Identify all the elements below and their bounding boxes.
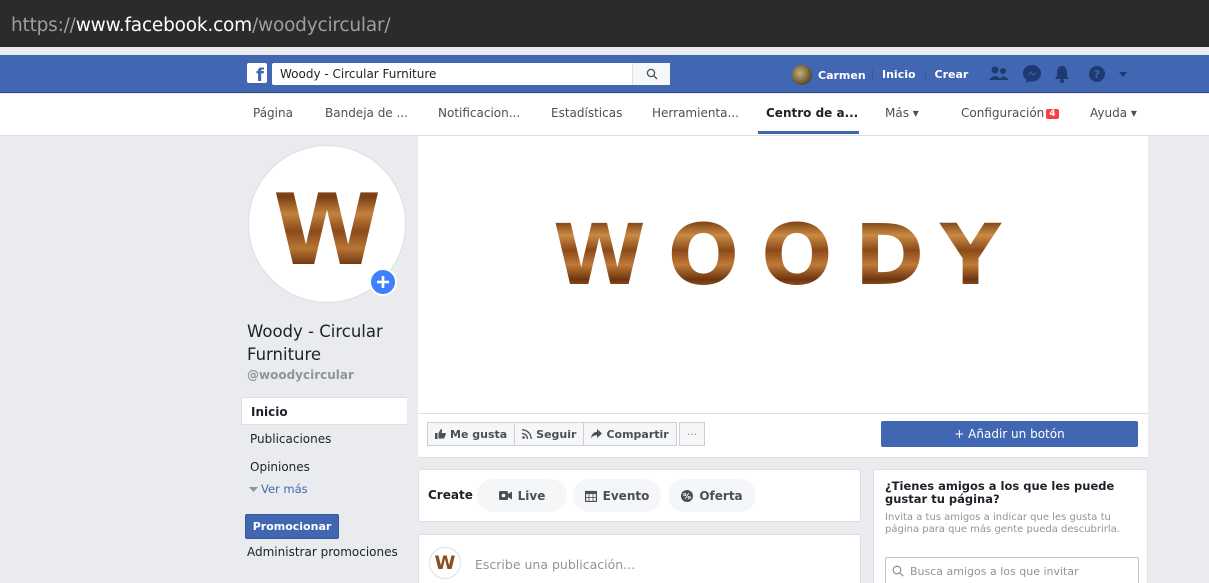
live-label: Live [517, 488, 546, 503]
sidebar-item-posts[interactable]: Publicaciones [241, 425, 407, 453]
calendar-icon [584, 490, 597, 502]
write-post-card: W Escribe una publicación... [418, 534, 861, 583]
share-arrow-icon [591, 429, 603, 439]
page-sidebar-nav: Inicio Publicaciones Opiniones [241, 397, 407, 481]
cover-title: WOODY [553, 206, 1023, 304]
address-bar[interactable]: https://www.facebook.com/woodycircular/ [0, 0, 1209, 47]
chevron-down-icon [249, 487, 258, 492]
invite-title: ¿Tienes amigos a los que les puede gusta… [885, 479, 1115, 506]
share-label: Compartir [606, 427, 669, 441]
help-icon[interactable]: ? [1088, 65, 1106, 83]
event-button[interactable]: Evento [573, 479, 661, 512]
url-scheme: https:// [11, 15, 76, 36]
live-button[interactable]: Live [477, 479, 567, 512]
invite-friends-card: ¿Tienes amigos a los que les puede gusta… [873, 469, 1148, 583]
like-label: Me gusta [450, 427, 508, 441]
tab-notifications[interactable]: Notificacion... [438, 106, 520, 120]
share-button[interactable]: Compartir [583, 422, 677, 446]
facebook-top-bar: f Woody - Circular Furniture Carmen Inic… [0, 55, 1209, 93]
offer-button[interactable]: % Oferta [668, 479, 756, 512]
tab-more[interactable]: Más ▾ [885, 106, 919, 120]
add-button-cta[interactable]: + Añadir un botón [881, 421, 1138, 447]
action-buttons-group: Me gusta Seguir Compartir ··· [427, 422, 706, 446]
create-label: Create [428, 488, 473, 502]
promote-button[interactable]: Promocionar [245, 514, 339, 539]
follow-label: Seguir [536, 427, 577, 441]
friend-requests-icon[interactable] [988, 65, 1010, 83]
search-icon [646, 68, 657, 80]
update-profile-picture-button[interactable] [369, 268, 397, 296]
profile-link[interactable]: Carmen [792, 65, 866, 85]
url-path: /woodycircular/ [251, 15, 391, 36]
follow-button[interactable]: Seguir [514, 422, 585, 446]
tab-help[interactable]: Ayuda ▾ [1090, 106, 1137, 120]
invite-description: Invita a tus amigos a indicar que les gu… [885, 512, 1120, 535]
nav-create-link[interactable]: Crear [924, 69, 978, 81]
avatar [792, 65, 812, 85]
invite-search-placeholder: Busca amigos a los que invitar [910, 564, 1079, 578]
tab-insights[interactable]: Estadísticas [551, 106, 622, 120]
notification-badge: 4 [1046, 109, 1059, 119]
page-action-bar: Me gusta Seguir Compartir ··· + Añadir u… [418, 413, 1148, 458]
thumbs-up-icon [435, 429, 446, 439]
manage-promotions-link[interactable]: Administrar promociones [247, 545, 398, 559]
live-video-icon [498, 491, 512, 500]
cover-photo[interactable]: WOODY [418, 136, 1148, 413]
top-nav-links: Inicio Crear [872, 69, 977, 81]
see-more-label: Ver más [261, 482, 308, 496]
search-button[interactable] [632, 63, 670, 85]
like-button[interactable]: Me gusta [427, 422, 516, 446]
tab-inbox[interactable]: Bandeja de ... [325, 106, 408, 120]
profile-letter: W [273, 174, 381, 288]
page-title[interactable]: Woody - Circular Furniture [247, 320, 417, 366]
nav-home-link[interactable]: Inicio [872, 69, 925, 81]
avatar: W [429, 547, 461, 579]
messenger-icon[interactable] [1022, 64, 1042, 84]
offer-tag-icon: % [681, 489, 694, 502]
page-username[interactable]: @woodycircular [247, 368, 354, 382]
sidebar-item-reviews[interactable]: Opiniones [241, 453, 407, 481]
search-icon [892, 565, 904, 577]
see-more-link[interactable]: Ver más [249, 482, 308, 496]
cover-logo: WOODY [553, 206, 1023, 304]
event-label: Evento [602, 488, 650, 503]
tab-settings-label: Configuración [961, 106, 1045, 120]
offer-label: Oferta [699, 488, 743, 503]
tab-tools[interactable]: Herramienta... [652, 106, 739, 120]
chevron-down-icon[interactable] [1118, 69, 1128, 79]
more-options-button[interactable]: ··· [678, 422, 706, 446]
search-input[interactable]: Woody - Circular Furniture [272, 63, 670, 85]
invite-search-input[interactable]: Busca amigos a los que invitar [885, 557, 1139, 583]
tab-page[interactable]: Página [253, 106, 293, 120]
svg-text:%: % [683, 492, 691, 501]
svg-text:?: ? [1094, 68, 1100, 81]
active-tab-indicator [758, 131, 859, 134]
post-composer-input[interactable]: Escribe una publicación... [475, 557, 635, 572]
tab-ad-center[interactable]: Centro de a... [766, 106, 858, 120]
url-host: www.facebook.com [75, 15, 252, 36]
user-name: Carmen [818, 68, 866, 82]
tab-settings[interactable]: Configuración 4 [961, 106, 1059, 120]
create-post-bar: Create Live Evento % Oferta [418, 469, 861, 522]
page-tab-bar: Página Bandeja de ... Notificacion... Es… [0, 94, 1209, 136]
notifications-bell-icon[interactable] [1054, 65, 1070, 83]
plus-icon [377, 276, 389, 288]
facebook-logo-icon[interactable]: f [247, 63, 267, 86]
rss-icon [522, 429, 533, 439]
sidebar-item-home[interactable]: Inicio [241, 397, 407, 425]
top-nav-icons: ? [988, 64, 1128, 84]
